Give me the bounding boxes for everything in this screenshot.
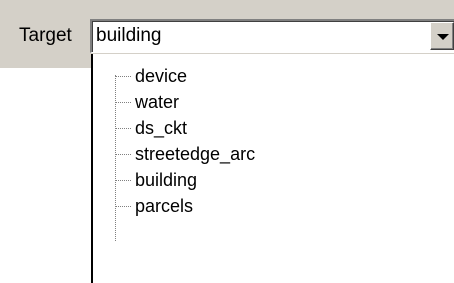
- target-label: Target: [19, 25, 72, 46]
- dropdown-button[interactable]: [430, 22, 454, 50]
- tree-item-building[interactable]: building: [115, 169, 255, 195]
- tree-item-streetedge-arc[interactable]: streetedge_arc: [115, 143, 255, 169]
- chevron-down-icon: [437, 34, 449, 40]
- target-dropdown-list[interactable]: device water ds_ckt streetedge_arc build…: [91, 54, 454, 283]
- target-combobox[interactable]: building: [90, 19, 454, 53]
- tree-item-parcels[interactable]: parcels: [115, 195, 255, 221]
- tree-item-water[interactable]: water: [115, 91, 255, 117]
- target-selected-value[interactable]: building: [96, 25, 162, 47]
- tree-item-ds-ckt[interactable]: ds_ckt: [115, 117, 255, 143]
- layer-tree: device water ds_ckt streetedge_arc build…: [115, 65, 255, 241]
- tree-item-device[interactable]: device: [115, 65, 255, 91]
